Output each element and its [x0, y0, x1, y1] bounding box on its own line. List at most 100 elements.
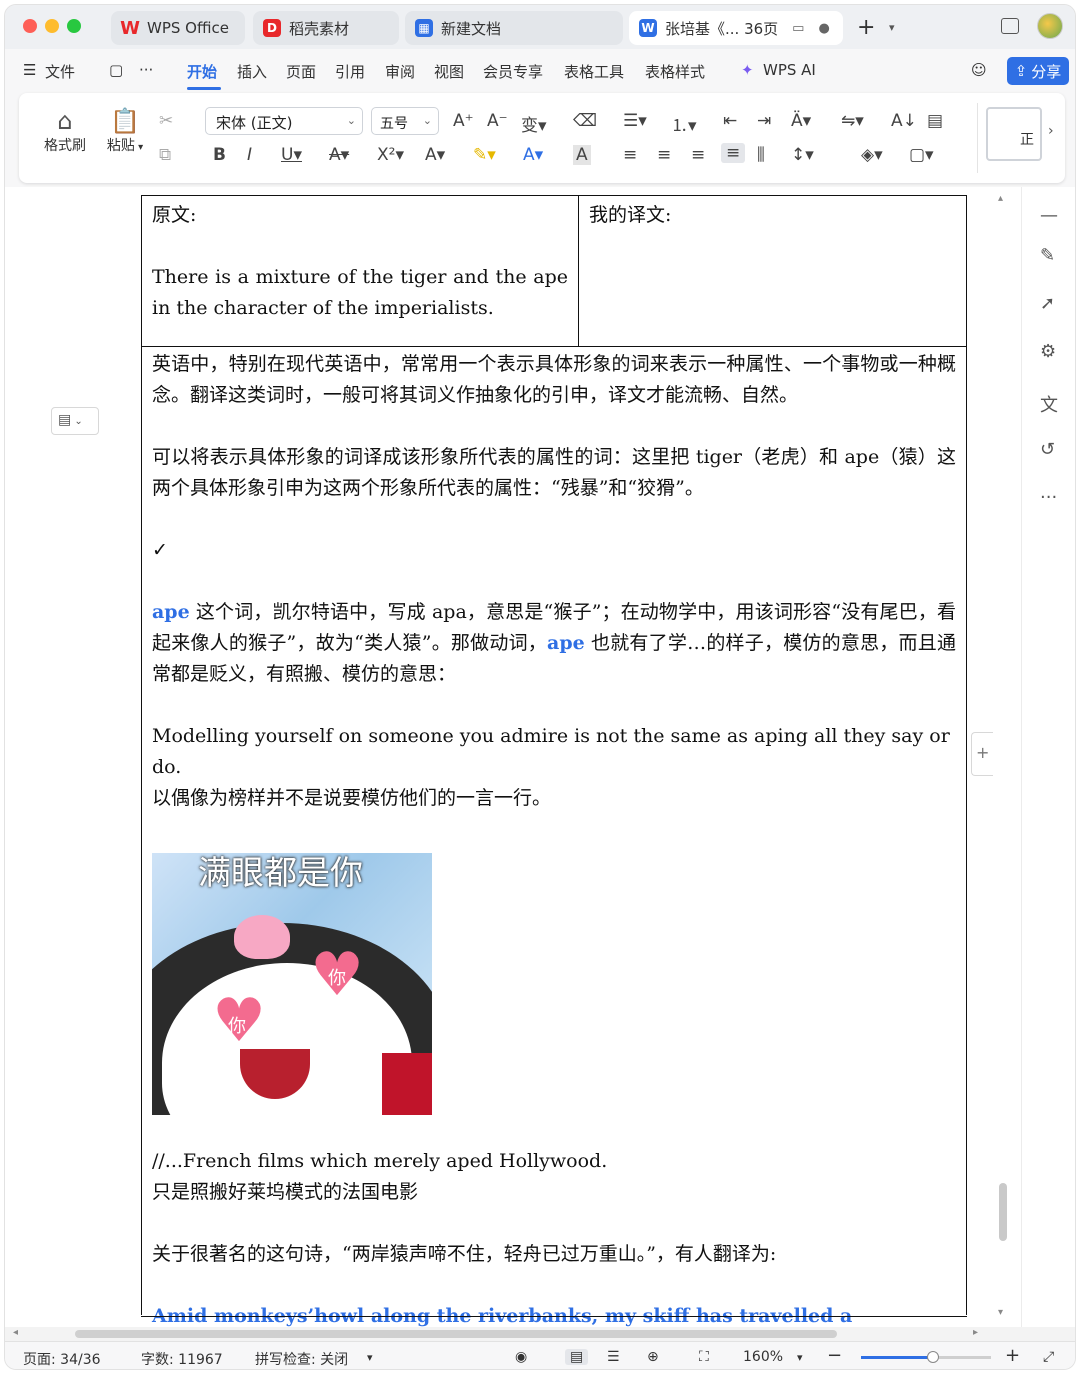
font-size-select[interactable]: 五号 ⌄: [371, 107, 439, 135]
fullscreen-icon[interactable]: ⤢: [1043, 1349, 1054, 1365]
table-cell-translation[interactable]: 我的译文:: [579, 196, 965, 346]
align-right-icon[interactable]: ≡: [691, 145, 705, 165]
font-family-select[interactable]: 宋体 (正文) ⌄: [205, 107, 363, 135]
table-outline-button[interactable]: ▤ ⌄: [51, 407, 99, 435]
menu-file[interactable]: 文件: [45, 61, 75, 82]
new-tab-plus-icon[interactable]: +: [857, 15, 875, 40]
italic-icon[interactable]: I: [247, 145, 252, 165]
sort-icon[interactable]: A↓: [891, 111, 917, 131]
tab-current-document[interactable]: W 张培基《... 36页 ▭ ●: [629, 11, 843, 45]
chevron-down-icon[interactable]: ▾: [367, 1351, 373, 1364]
zoom-in-icon[interactable]: +: [1005, 1345, 1020, 1366]
shading-icon[interactable]: ◈▾: [861, 145, 883, 165]
grow-font-icon[interactable]: A⁺: [453, 111, 474, 131]
focus-mode-icon[interactable]: ⛶: [699, 1349, 709, 1365]
menu-view[interactable]: 视图: [434, 61, 464, 82]
align-center-icon[interactable]: ≡: [657, 145, 671, 165]
chevron-down-icon[interactable]: ▾: [889, 21, 895, 34]
text-effect-icon[interactable]: A▾: [425, 145, 445, 165]
decrease-indent-icon[interactable]: ⇤: [723, 111, 737, 131]
horizontal-scrollbar[interactable]: ◂ ▸: [5, 1327, 1075, 1341]
word-count[interactable]: 字数: 11967: [141, 1349, 223, 1369]
format-painter-button[interactable]: ⌂ 格式刷: [39, 107, 91, 155]
minimize-window-button[interactable]: [45, 19, 59, 33]
menu-reference[interactable]: 引用: [335, 61, 365, 82]
eye-icon[interactable]: ◉: [515, 1349, 527, 1365]
bold-icon[interactable]: B: [213, 145, 226, 165]
menu-home[interactable]: 开始: [187, 61, 217, 82]
window-layout-icon[interactable]: [1001, 18, 1019, 34]
page-indicator[interactable]: 页面: 34/36: [23, 1349, 101, 1369]
bullet-list-icon[interactable]: ☰▾: [623, 111, 647, 131]
scroll-up-icon[interactable]: ▴: [998, 193, 1003, 204]
sticker-image[interactable]: ♥ ♥ 你 你 满眼都是你: [152, 853, 432, 1115]
numbered-list-icon[interactable]: ⒈▾: [671, 111, 697, 136]
chevron-down-icon[interactable]: ▾: [797, 1351, 803, 1364]
menu-page[interactable]: 页面: [286, 61, 316, 82]
menu-member[interactable]: 会员专享: [483, 61, 543, 82]
zoom-window-button[interactable]: [67, 19, 81, 33]
avatar[interactable]: [1037, 13, 1063, 39]
zoom-slider[interactable]: [861, 1351, 991, 1363]
scrollbar-thumb[interactable]: [999, 1183, 1007, 1241]
zoom-level[interactable]: 160%: [743, 1349, 783, 1365]
settings-sliders-icon[interactable]: ⚙: [1040, 341, 1056, 362]
increase-indent-icon[interactable]: ⇥: [757, 111, 771, 131]
zoom-out-icon[interactable]: −: [827, 1345, 842, 1366]
web-view-icon[interactable]: ⊕: [647, 1349, 659, 1365]
copy-icon[interactable]: ⧉: [159, 145, 171, 165]
scrollbar-thumb[interactable]: [75, 1330, 837, 1338]
table-row[interactable]: 英语中，特别在现代英语中，常常用一个表示具体形象的词来表示一种属性、一个事物或一…: [142, 347, 966, 1327]
close-window-button[interactable]: [23, 19, 37, 33]
zoom-slider-handle[interactable]: [926, 1351, 939, 1363]
tab-wps-office[interactable]: W WPS Office: [111, 11, 245, 45]
share-button[interactable]: ⇪ 分享: [1007, 57, 1069, 85]
dot-icon[interactable]: ●: [818, 21, 829, 36]
monitor-icon[interactable]: ▭: [792, 21, 804, 36]
superscript-icon[interactable]: X²▾: [377, 145, 404, 165]
menu-insert[interactable]: 插入: [237, 61, 267, 82]
document-canvas[interactable]: ▤ ⌄ 原文: There is a mixture of the tiger …: [5, 187, 1075, 1327]
page-view-icon[interactable]: ▤: [565, 1349, 589, 1365]
scroll-right-icon[interactable]: ▸: [973, 1327, 978, 1338]
shrink-font-icon[interactable]: A⁻: [487, 111, 508, 131]
style-gallery[interactable]: 正 ›: [977, 103, 1057, 173]
underline-icon[interactable]: U▾: [281, 145, 302, 165]
line-spacing-icon[interactable]: ↕▾: [791, 145, 814, 165]
strikethrough-icon[interactable]: A▾: [329, 145, 349, 165]
scroll-left-icon[interactable]: ◂: [13, 1327, 18, 1338]
border-icon[interactable]: ▢▾: [909, 145, 934, 165]
cut-icon[interactable]: ✂: [159, 111, 173, 131]
save-icon[interactable]: ▢: [109, 61, 123, 79]
tab-docer-materials[interactable]: D 稻壳素材: [253, 11, 399, 45]
style-preview-normal[interactable]: 正: [986, 107, 1042, 161]
hamburger-icon[interactable]: ☰: [23, 61, 36, 79]
menu-review[interactable]: 审阅: [385, 61, 415, 82]
highlight-icon[interactable]: ✎▾: [473, 145, 496, 165]
more-icon[interactable]: ···: [139, 61, 153, 79]
menu-wps-ai[interactable]: WPS AI: [763, 61, 816, 79]
phonetic-guide-icon[interactable]: 变▾: [521, 111, 547, 136]
font-color-icon[interactable]: A▾: [523, 145, 543, 165]
translate-icon[interactable]: 文: [1040, 391, 1058, 417]
chat-icon[interactable]: ☺: [971, 61, 987, 79]
history-icon[interactable]: ↺: [1040, 439, 1055, 460]
table-cell-source[interactable]: 原文: There is a mixture of the tiger and …: [142, 196, 579, 346]
spell-check-status[interactable]: 拼写检查: 关闭: [255, 1349, 348, 1369]
char-shading-icon[interactable]: A: [573, 145, 591, 165]
clear-format-icon[interactable]: ⌫: [573, 111, 597, 131]
line-break-icon[interactable]: ⇋▾: [841, 111, 864, 131]
more-icon[interactable]: ···: [1040, 487, 1057, 508]
cursor-icon[interactable]: ➚: [1040, 293, 1055, 314]
menu-table-style[interactable]: 表格样式: [645, 61, 705, 82]
justify-icon[interactable]: ≡: [721, 143, 746, 163]
align-left-icon[interactable]: ≡: [623, 145, 637, 165]
text-direction-icon[interactable]: Ä▾: [791, 111, 811, 131]
collapse-icon[interactable]: —: [1040, 205, 1058, 226]
pen-icon[interactable]: ✎: [1040, 245, 1055, 266]
add-row-plus-icon[interactable]: +: [971, 732, 993, 776]
chevron-right-icon[interactable]: ›: [1048, 123, 1054, 139]
paste-button[interactable]: 📋 粘贴 ▾: [101, 107, 149, 155]
scroll-down-icon[interactable]: ▾: [998, 1307, 1003, 1318]
tab-new-document[interactable]: ▦ 新建文档: [405, 11, 623, 45]
